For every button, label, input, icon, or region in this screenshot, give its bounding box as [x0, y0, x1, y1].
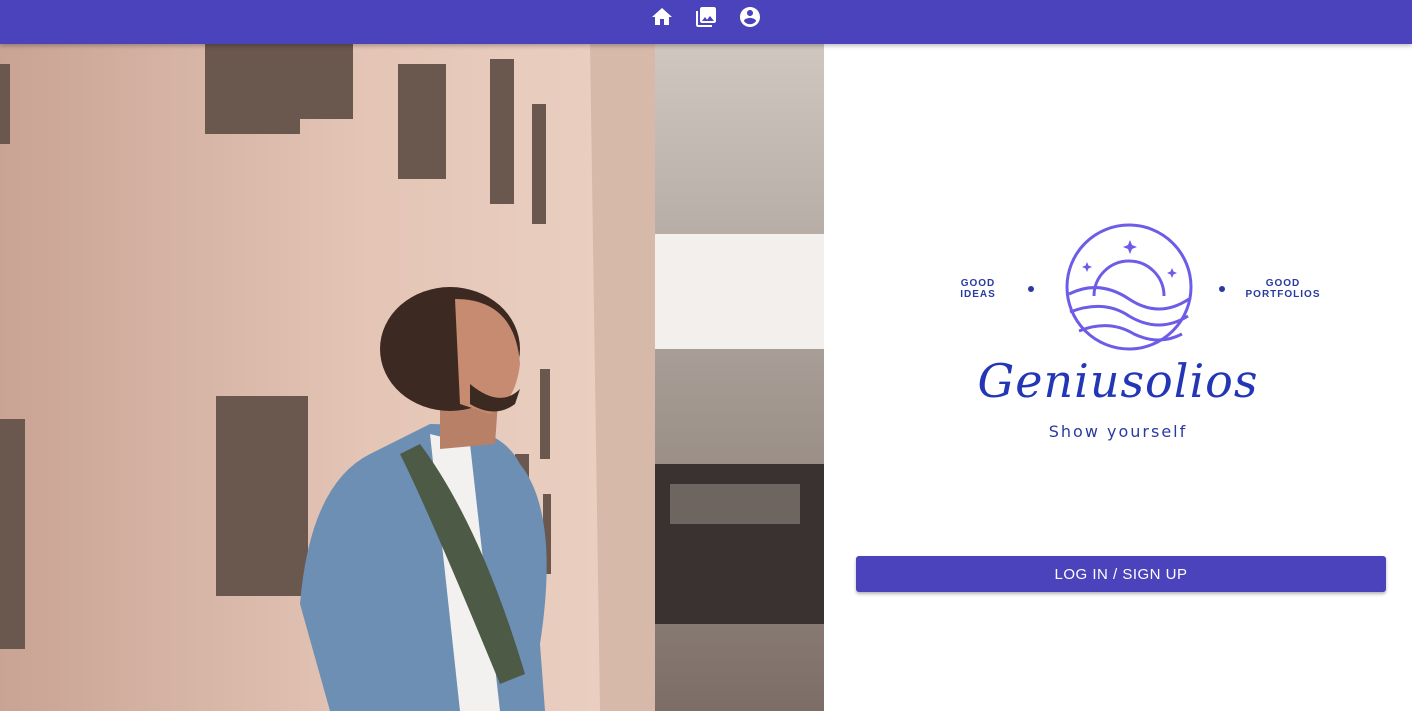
hero-photo-illustration [0, 44, 824, 711]
brand-wordmark: Geniusolios [977, 354, 1259, 408]
hero-photo [0, 44, 824, 711]
logo-label-left-line2: IDEAS [960, 289, 996, 300]
top-app-bar [0, 0, 1412, 44]
logo-label-right-line1: GOOD [1265, 278, 1301, 289]
welcome-panel: GOOD IDEAS GOOD PORTFOLIOS Geniusolios S… [824, 44, 1412, 711]
logo-label-left-line1: GOOD [960, 278, 996, 289]
logo-label-right-line2: PORTFOLIOS [1245, 289, 1321, 300]
logo-label-good-ideas: GOOD IDEAS [952, 278, 1004, 300]
brand-tagline: Show yourself [1048, 422, 1188, 441]
logo-dot-left [1028, 286, 1034, 292]
home-icon[interactable] [650, 5, 674, 29]
photo-library-icon[interactable] [694, 5, 718, 29]
account-circle-icon[interactable] [738, 5, 762, 29]
login-signup-button[interactable]: LOG IN / SIGN UP [856, 556, 1386, 592]
logo-label-good-portfolios: GOOD PORTFOLIOS [1242, 278, 1324, 300]
brand-logo: GOOD IDEAS GOOD PORTFOLIOS Geniusolios S… [824, 44, 1412, 711]
logo-dot-right [1219, 286, 1225, 292]
